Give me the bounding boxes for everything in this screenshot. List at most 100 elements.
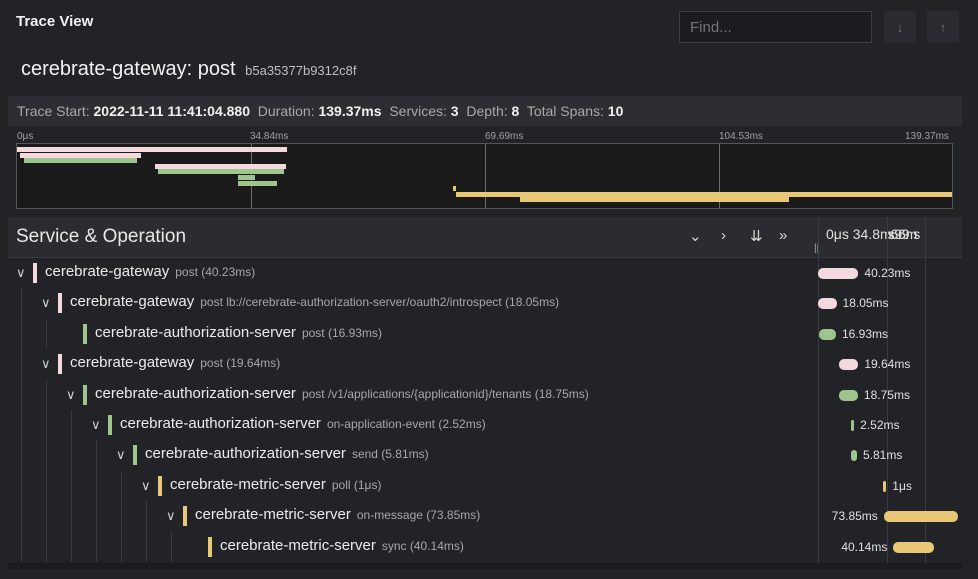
span-operation: on-application-event (2.52ms) — [326, 417, 486, 431]
tree-guide-line — [21, 379, 22, 410]
tree-guide-line — [46, 531, 47, 562]
trace-title: cerebrate-gateway: post b5a35377b9312c8f — [21, 58, 356, 81]
collapse-chevron-icon[interactable]: ∨ — [41, 356, 51, 372]
find-input[interactable] — [679, 11, 872, 43]
timeline-span-bar[interactable] — [818, 268, 859, 279]
span-row[interactable]: ∨ cerebrate-metric-server poll (1μs) 1μs — [8, 470, 962, 502]
tree-guide-line — [71, 470, 72, 502]
span-name[interactable]: cerebrate-metric-server poll (1μs) — [170, 476, 381, 493]
timeline-duration-label: 16.93ms — [842, 326, 889, 341]
timeline-span-bar[interactable] — [818, 298, 837, 310]
span-row[interactable]: ∨ cerebrate-authorization-server on-applic… — [8, 410, 962, 441]
service-color-marker — [33, 263, 37, 283]
span-operation: sync (40.14ms) — [381, 538, 464, 553]
minimap-tick: 0μs — [17, 131, 34, 142]
timeline-duration-label: 18.75ms — [863, 387, 910, 402]
minimap-tick: 139.37ms — [905, 131, 949, 142]
tree-guide-line — [71, 410, 72, 441]
timeline-span-bar[interactable] — [838, 359, 859, 371]
timeline-tick-overlap: ms 69.69ms — [880, 226, 920, 242]
spans-value: 10 — [607, 103, 624, 119]
collapse-all-icon[interactable]: ⇊ — [750, 227, 763, 245]
collapse-chevron-icon[interactable]: ∨ — [166, 508, 176, 524]
service-color-marker — [58, 354, 62, 375]
tree-guide-line — [21, 531, 22, 562]
service-operation-heading: Service & Operation — [16, 226, 187, 247]
span-row[interactable]: ∨ cerebrate-authorization-server send (5.8… — [8, 440, 962, 471]
span-service: cerebrate-metric-server — [170, 475, 326, 493]
tree-guide-line — [146, 531, 147, 562]
span-operation: post (19.64ms) — [200, 356, 281, 371]
trace-minimap[interactable] — [16, 143, 953, 209]
duration-label: Duration: — [257, 103, 315, 119]
span-name[interactable]: cerebrate-authorization-server on-applica… — [120, 415, 486, 432]
horizontal-scrollbar[interactable] — [8, 563, 962, 569]
span-name[interactable]: cerebrate-authorization-server post (16.9… — [95, 324, 382, 341]
span-name[interactable]: cerebrate-gateway post (40.23ms) — [45, 263, 255, 280]
collapse-chevron-icon[interactable]: ∨ — [91, 417, 101, 433]
service-color-marker — [133, 445, 137, 466]
tree-guide-line — [46, 410, 47, 441]
span-row[interactable]: ∨ cerebrate-authorization-server post /v1/… — [8, 379, 962, 410]
span-name[interactable]: cerebrate-gateway post (19.64ms) — [70, 354, 280, 371]
tree-guide-line — [96, 501, 97, 532]
span-name[interactable]: cerebrate-gateway post lb://cerebrate-aut… — [70, 293, 559, 310]
timeline-duration-label: 73.85ms — [831, 509, 878, 524]
collapse-one-icon[interactable]: ⌄ — [689, 227, 702, 245]
span-operation: post lb://cerebrate-authorization-server… — [200, 295, 560, 310]
span-row[interactable]: cerebrate-authorization-server post (16.9… — [8, 318, 962, 350]
timeline-span-bar[interactable] — [839, 389, 858, 401]
span-operation: on-message (73.85ms) — [356, 508, 481, 523]
span-row[interactable]: cerebrate-metric-server sync (40.14ms) 40.… — [8, 531, 962, 562]
span-row[interactable]: ∨ cerebrate-metric-server on-message (73.8… — [8, 501, 962, 532]
span-name[interactable]: cerebrate-metric-server on-message (73.85… — [195, 506, 480, 523]
depth-value: 8 — [511, 103, 520, 119]
find-next-button[interactable]: ↓ — [884, 11, 916, 43]
timeline-duration-label: 40.14ms — [841, 539, 888, 554]
timeline-span-bar[interactable] — [893, 541, 934, 553]
timeline-duration-label: 40.23ms — [864, 266, 911, 280]
expand-all-icon[interactable]: » — [779, 227, 787, 244]
collapse-chevron-icon[interactable]: ∨ — [16, 265, 26, 281]
span-service: cerebrate-gateway — [45, 263, 170, 280]
spans-label: Total Spans: — [526, 103, 604, 119]
span-row[interactable]: ∨ cerebrate-gateway post (40.23ms) 40.23ms — [8, 258, 962, 288]
collapse-chevron-icon[interactable]: ∨ — [66, 387, 76, 403]
find-prev-button[interactable]: ↑ — [927, 11, 959, 43]
timeline-tick-text: 0μs 34.8 — [826, 226, 880, 242]
timeline-span-bar[interactable] — [851, 420, 855, 431]
span-service: cerebrate-authorization-server — [95, 384, 296, 402]
timeline-span-bar[interactable] — [819, 328, 836, 340]
span-service: cerebrate-metric-server — [195, 506, 351, 524]
collapse-chevron-icon[interactable]: ∨ — [116, 447, 126, 463]
span-operation: post /v1/applications/{applicationid}/te… — [301, 386, 589, 401]
service-color-marker — [158, 475, 162, 496]
tree-guide-line — [96, 531, 97, 562]
timeline-span-bar[interactable] — [883, 480, 887, 492]
services-value: 3 — [450, 103, 459, 119]
trace-view-panel: Trace View ↓ ↑ cerebrate-gateway: post b… — [0, 0, 978, 579]
span-service: cerebrate-authorization-server — [95, 323, 296, 341]
depth-label: Depth: — [466, 103, 508, 119]
span-row[interactable]: ∨ cerebrate-gateway post lb://cerebrate-au… — [8, 288, 962, 319]
tree-guide-line — [121, 531, 122, 562]
tree-guide-line — [21, 318, 22, 350]
tree-guide-line — [96, 470, 97, 502]
span-name[interactable]: cerebrate-metric-server sync (40.14ms) — [220, 537, 464, 554]
expand-one-icon[interactable]: › — [721, 227, 726, 244]
tree-guide-line — [71, 531, 72, 562]
tree-guide-line — [46, 318, 47, 350]
span-name[interactable]: cerebrate-authorization-server send (5.81… — [145, 445, 429, 462]
service-color-marker — [83, 384, 87, 405]
timeline-span-bar[interactable] — [883, 511, 958, 523]
minimap-span-bar — [157, 169, 284, 175]
minimap-tick: 34.84ms — [250, 131, 289, 142]
span-name[interactable]: cerebrate-authorization-server post /v1/a… — [95, 385, 589, 402]
collapse-chevron-icon[interactable]: ∨ — [141, 478, 151, 494]
collapse-chevron-icon[interactable]: ∨ — [41, 295, 51, 311]
tree-guide-line — [21, 470, 22, 502]
minimap-span-bar — [154, 163, 287, 169]
timeline-span-bar[interactable] — [851, 450, 857, 462]
span-row[interactable]: ∨ cerebrate-gateway post (19.64ms) 19.64ms — [8, 349, 962, 380]
tree-guide-line — [146, 501, 147, 532]
